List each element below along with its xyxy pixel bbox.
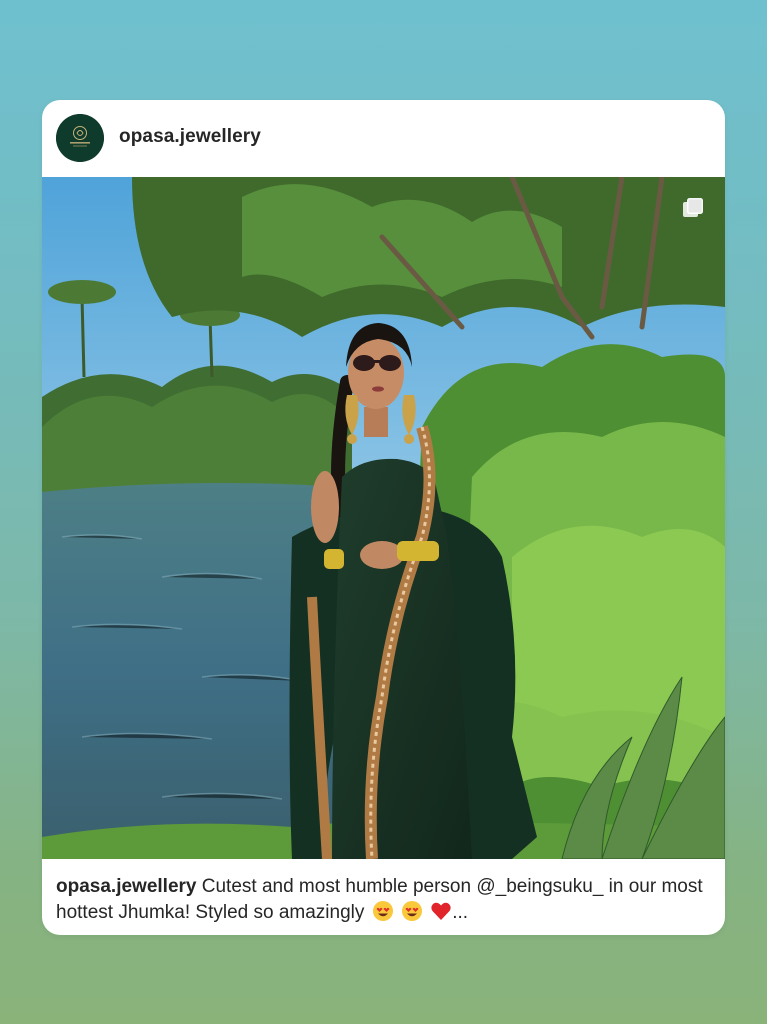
avatar[interactable] bbox=[56, 114, 104, 162]
instagram-post-card: opasa.jewellery opasa.jewellery Cutest a… bbox=[42, 100, 725, 935]
red-heart-icon bbox=[431, 902, 451, 920]
post-image[interactable] bbox=[42, 177, 725, 859]
brand-logo-icon bbox=[56, 114, 104, 162]
post-caption: opasa.jewellery Cutest and most humble p… bbox=[56, 874, 716, 926]
heart-eyes-emoji-icon bbox=[372, 901, 393, 921]
heart-eyes-emoji-icon bbox=[401, 901, 422, 921]
post-header: opasa.jewellery bbox=[42, 100, 725, 177]
multiple-media-icon bbox=[683, 198, 703, 217]
caption-username[interactable]: opasa.jewellery bbox=[56, 876, 196, 897]
caption-ellipsis[interactable]: ... bbox=[452, 902, 468, 923]
post-username[interactable]: opasa.jewellery bbox=[119, 126, 261, 148]
